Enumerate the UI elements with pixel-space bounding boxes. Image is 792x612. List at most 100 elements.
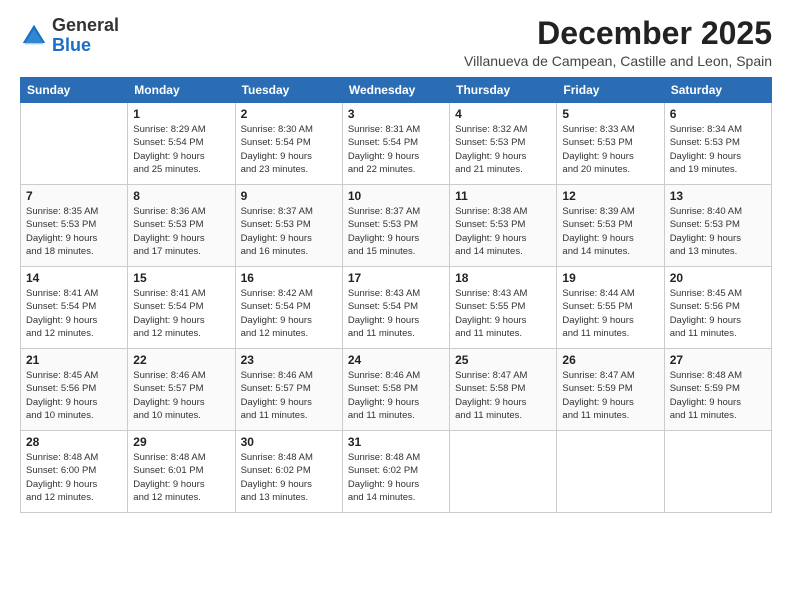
page: General Blue December 2025 Villanueva de… bbox=[0, 0, 792, 612]
day-number: 20 bbox=[670, 271, 766, 285]
day-number: 22 bbox=[133, 353, 229, 367]
calendar-cell: 26 Sunrise: 8:47 AM Sunset: 5:59 PM Dayli… bbox=[557, 349, 664, 431]
day-info: Sunrise: 8:37 AM Sunset: 5:53 PM Dayligh… bbox=[241, 205, 337, 258]
day-number: 29 bbox=[133, 435, 229, 449]
day-info: Sunrise: 8:41 AM Sunset: 5:54 PM Dayligh… bbox=[26, 287, 122, 340]
day-number: 4 bbox=[455, 107, 551, 121]
calendar-cell: 1 Sunrise: 8:29 AM Sunset: 5:54 PM Daylig… bbox=[128, 103, 235, 185]
day-info: Sunrise: 8:39 AM Sunset: 5:53 PM Dayligh… bbox=[562, 205, 658, 258]
calendar-cell: 5 Sunrise: 8:33 AM Sunset: 5:53 PM Daylig… bbox=[557, 103, 664, 185]
weekday-row: SundayMondayTuesdayWednesdayThursdayFrid… bbox=[21, 78, 772, 103]
calendar-cell: 10Sunrise: 8:37 AM Sunset: 5:53 PM Dayli… bbox=[342, 185, 449, 267]
day-number: 21 bbox=[26, 353, 122, 367]
day-info: Sunrise: 8:42 AM Sunset: 5:54 PM Dayligh… bbox=[241, 287, 337, 340]
day-number: 13 bbox=[670, 189, 766, 203]
calendar-cell: 20 Sunrise: 8:45 AM Sunset: 5:56 PM Dayli… bbox=[664, 267, 771, 349]
calendar-cell: 31Sunrise: 8:48 AM Sunset: 6:02 PM Dayli… bbox=[342, 431, 449, 513]
calendar-cell: 15 Sunrise: 8:41 AM Sunset: 5:54 PM Dayli… bbox=[128, 267, 235, 349]
day-info: Sunrise: 8:29 AM Sunset: 5:54 PM Dayligh… bbox=[133, 123, 229, 176]
calendar-cell: 23 Sunrise: 8:46 AM Sunset: 5:57 PM Dayli… bbox=[235, 349, 342, 431]
calendar-week-5: 28Sunrise: 8:48 AM Sunset: 6:00 PM Dayli… bbox=[21, 431, 772, 513]
header: General Blue December 2025 Villanueva de… bbox=[20, 16, 772, 69]
calendar-cell: 12 Sunrise: 8:39 AM Sunset: 5:53 PM Dayli… bbox=[557, 185, 664, 267]
calendar-week-2: 7Sunrise: 8:35 AM Sunset: 5:53 PM Daylig… bbox=[21, 185, 772, 267]
calendar-cell: 17 Sunrise: 8:43 AM Sunset: 5:54 PM Dayli… bbox=[342, 267, 449, 349]
day-info: Sunrise: 8:43 AM Sunset: 5:55 PM Dayligh… bbox=[455, 287, 551, 340]
day-number: 17 bbox=[348, 271, 444, 285]
day-info: Sunrise: 8:48 AM Sunset: 6:01 PM Dayligh… bbox=[133, 451, 229, 504]
day-info: Sunrise: 8:30 AM Sunset: 5:54 PM Dayligh… bbox=[241, 123, 337, 176]
day-info: Sunrise: 8:41 AM Sunset: 5:54 PM Dayligh… bbox=[133, 287, 229, 340]
day-number: 31 bbox=[348, 435, 444, 449]
calendar: SundayMondayTuesdayWednesdayThursdayFrid… bbox=[20, 77, 772, 513]
calendar-cell: 21Sunrise: 8:45 AM Sunset: 5:56 PM Dayli… bbox=[21, 349, 128, 431]
calendar-cell: 25Sunrise: 8:47 AM Sunset: 5:58 PM Dayli… bbox=[450, 349, 557, 431]
day-info: Sunrise: 8:36 AM Sunset: 5:53 PM Dayligh… bbox=[133, 205, 229, 258]
day-info: Sunrise: 8:45 AM Sunset: 5:56 PM Dayligh… bbox=[670, 287, 766, 340]
title-section: December 2025 Villanueva de Campean, Cas… bbox=[464, 16, 772, 69]
calendar-header: SundayMondayTuesdayWednesdayThursdayFrid… bbox=[21, 78, 772, 103]
day-number: 26 bbox=[562, 353, 658, 367]
day-number: 1 bbox=[133, 107, 229, 121]
day-number: 3 bbox=[348, 107, 444, 121]
month-title: December 2025 bbox=[464, 16, 772, 51]
day-number: 18 bbox=[455, 271, 551, 285]
calendar-cell: 4 Sunrise: 8:32 AM Sunset: 5:53 PM Daylig… bbox=[450, 103, 557, 185]
day-number: 14 bbox=[26, 271, 122, 285]
day-number: 5 bbox=[562, 107, 658, 121]
day-info: Sunrise: 8:46 AM Sunset: 5:57 PM Dayligh… bbox=[133, 369, 229, 422]
calendar-cell bbox=[450, 431, 557, 513]
day-info: Sunrise: 8:32 AM Sunset: 5:53 PM Dayligh… bbox=[455, 123, 551, 176]
day-number: 12 bbox=[562, 189, 658, 203]
logo-text: General Blue bbox=[52, 16, 119, 56]
day-number: 16 bbox=[241, 271, 337, 285]
calendar-cell: 22 Sunrise: 8:46 AM Sunset: 5:57 PM Dayli… bbox=[128, 349, 235, 431]
day-info: Sunrise: 8:44 AM Sunset: 5:55 PM Dayligh… bbox=[562, 287, 658, 340]
calendar-cell: 16 Sunrise: 8:42 AM Sunset: 5:54 PM Dayli… bbox=[235, 267, 342, 349]
day-number: 6 bbox=[670, 107, 766, 121]
calendar-cell bbox=[21, 103, 128, 185]
calendar-cell: 19 Sunrise: 8:44 AM Sunset: 5:55 PM Dayli… bbox=[557, 267, 664, 349]
location: Villanueva de Campean, Castille and Leon… bbox=[464, 53, 772, 69]
day-number: 30 bbox=[241, 435, 337, 449]
calendar-week-3: 14 Sunrise: 8:41 AM Sunset: 5:54 PM Dayli… bbox=[21, 267, 772, 349]
weekday-header-monday: Monday bbox=[128, 78, 235, 103]
day-number: 9 bbox=[241, 189, 337, 203]
day-number: 19 bbox=[562, 271, 658, 285]
calendar-cell: 2 Sunrise: 8:30 AM Sunset: 5:54 PM Daylig… bbox=[235, 103, 342, 185]
day-info: Sunrise: 8:40 AM Sunset: 5:53 PM Dayligh… bbox=[670, 205, 766, 258]
calendar-cell: 11Sunrise: 8:38 AM Sunset: 5:53 PM Dayli… bbox=[450, 185, 557, 267]
weekday-header-thursday: Thursday bbox=[450, 78, 557, 103]
day-number: 15 bbox=[133, 271, 229, 285]
calendar-cell: 3 Sunrise: 8:31 AM Sunset: 5:54 PM Daylig… bbox=[342, 103, 449, 185]
calendar-cell: 13 Sunrise: 8:40 AM Sunset: 5:53 PM Dayli… bbox=[664, 185, 771, 267]
day-info: Sunrise: 8:33 AM Sunset: 5:53 PM Dayligh… bbox=[562, 123, 658, 176]
calendar-week-1: 1 Sunrise: 8:29 AM Sunset: 5:54 PM Daylig… bbox=[21, 103, 772, 185]
calendar-cell: 29 Sunrise: 8:48 AM Sunset: 6:01 PM Dayli… bbox=[128, 431, 235, 513]
calendar-cell: 27Sunrise: 8:48 AM Sunset: 5:59 PM Dayli… bbox=[664, 349, 771, 431]
day-number: 25 bbox=[455, 353, 551, 367]
logo-icon bbox=[20, 22, 48, 50]
day-number: 23 bbox=[241, 353, 337, 367]
day-number: 2 bbox=[241, 107, 337, 121]
calendar-cell: 28Sunrise: 8:48 AM Sunset: 6:00 PM Dayli… bbox=[21, 431, 128, 513]
day-info: Sunrise: 8:31 AM Sunset: 5:54 PM Dayligh… bbox=[348, 123, 444, 176]
day-info: Sunrise: 8:46 AM Sunset: 5:57 PM Dayligh… bbox=[241, 369, 337, 422]
day-number: 10 bbox=[348, 189, 444, 203]
calendar-cell: 30Sunrise: 8:48 AM Sunset: 6:02 PM Dayli… bbox=[235, 431, 342, 513]
day-info: Sunrise: 8:46 AM Sunset: 5:58 PM Dayligh… bbox=[348, 369, 444, 422]
day-number: 28 bbox=[26, 435, 122, 449]
weekday-header-wednesday: Wednesday bbox=[342, 78, 449, 103]
calendar-cell bbox=[557, 431, 664, 513]
calendar-cell bbox=[664, 431, 771, 513]
weekday-header-tuesday: Tuesday bbox=[235, 78, 342, 103]
logo: General Blue bbox=[20, 16, 119, 56]
calendar-cell: 6Sunrise: 8:34 AM Sunset: 5:53 PM Daylig… bbox=[664, 103, 771, 185]
day-info: Sunrise: 8:47 AM Sunset: 5:59 PM Dayligh… bbox=[562, 369, 658, 422]
day-number: 24 bbox=[348, 353, 444, 367]
day-info: Sunrise: 8:35 AM Sunset: 5:53 PM Dayligh… bbox=[26, 205, 122, 258]
calendar-cell: 8 Sunrise: 8:36 AM Sunset: 5:53 PM Daylig… bbox=[128, 185, 235, 267]
day-info: Sunrise: 8:43 AM Sunset: 5:54 PM Dayligh… bbox=[348, 287, 444, 340]
day-info: Sunrise: 8:38 AM Sunset: 5:53 PM Dayligh… bbox=[455, 205, 551, 258]
day-number: 8 bbox=[133, 189, 229, 203]
